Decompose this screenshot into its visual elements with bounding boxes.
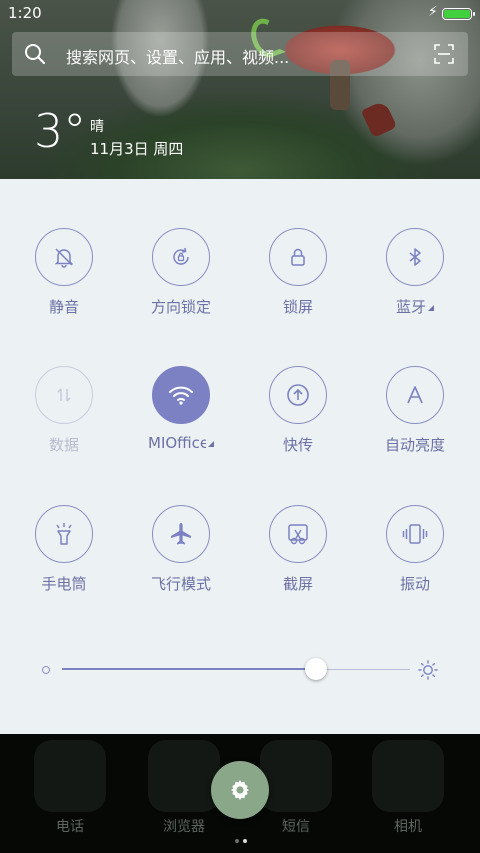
weather-temperature: 3°: [34, 104, 87, 158]
tile-airplane-mode-label: 飞行模式: [150, 575, 211, 593]
data-arrows-icon: [57, 388, 71, 402]
tile-wifi[interactable]: MIOffice: [126, 366, 236, 452]
search-icon: [25, 44, 46, 65]
tile-mobile-data[interactable]: 数据: [9, 366, 119, 455]
brightness-slider[interactable]: [40, 658, 440, 680]
tile-mute-button[interactable]: [35, 228, 93, 286]
brightness-low-icon: [42, 666, 50, 674]
tile-flashlight[interactable]: 手电筒: [9, 505, 119, 594]
lock-icon: [291, 248, 305, 266]
vibrate-icon: [402, 524, 428, 544]
gear-icon: [231, 780, 249, 800]
weather-date: 11月3日 周四: [90, 140, 184, 158]
wifi-icon: [169, 386, 193, 405]
tile-flashlight-label: 手电筒: [41, 575, 87, 593]
camera-app-icon[interactable]: [372, 740, 444, 812]
tile-vibrate[interactable]: 振动: [360, 505, 470, 594]
screenshot-icon: [288, 524, 308, 545]
more-options-icon: [428, 305, 434, 311]
bluetooth-icon: [409, 248, 421, 266]
dock-app-label: 相机: [394, 819, 422, 835]
dock-app-label: 短信: [282, 819, 310, 835]
brightness-thumb[interactable]: [305, 658, 328, 680]
status-bar: 1:20 ⚡: [0, 0, 480, 28]
bell-off-icon: [54, 248, 74, 268]
auto-brightness-icon: [407, 386, 423, 404]
tile-bluetooth[interactable]: 蓝牙: [360, 228, 470, 317]
dock-app-label: 浏览器: [163, 819, 205, 835]
scan-icon[interactable]: [434, 44, 454, 64]
search-bar[interactable]: 搜索网页、设置、应用、视频...: [12, 32, 468, 76]
page-indicator: [233, 828, 249, 847]
tile-mute[interactable]: 静音: [9, 228, 119, 317]
tile-airplane-mode[interactable]: 飞行模式: [126, 505, 236, 594]
dock-app-phone[interactable]: 电话: [30, 740, 110, 836]
settings-button[interactable]: [211, 761, 269, 819]
quick-share-icon: [287, 384, 309, 406]
charging-bolt-icon: ⚡: [428, 4, 438, 20]
tile-bluetooth-button[interactable]: [386, 228, 444, 286]
tile-bluetooth-label-row: 蓝牙: [360, 296, 470, 317]
tile-lock-screen-button[interactable]: [269, 228, 327, 286]
brightness-fill: [62, 668, 317, 670]
tile-flashlight-button[interactable]: [35, 505, 93, 563]
search-placeholder: 搜索网页、设置、应用、视频...: [66, 48, 290, 67]
tile-screenshot-button[interactable]: [269, 505, 327, 563]
browser-app-icon[interactable]: [148, 740, 220, 812]
tile-mobile-data-label: 数据: [48, 436, 79, 454]
tile-lock-screen[interactable]: 锁屏: [243, 228, 353, 317]
wallpaper: [0, 0, 480, 190]
tile-vibrate-label: 振动: [399, 575, 430, 593]
tile-quick-share-button[interactable]: [269, 366, 327, 424]
tile-wifi-button[interactable]: [152, 366, 210, 424]
tile-rotation-lock[interactable]: 方向锁定: [126, 228, 236, 317]
tile-screenshot-label: 截屏: [282, 575, 313, 593]
tile-quick-share-label: 快传: [282, 436, 313, 454]
status-time: 1:20: [8, 4, 42, 22]
tile-wifi-label-row: MIOffice: [126, 434, 236, 452]
more-options-icon: [208, 441, 214, 447]
tile-auto-brightness-label: 自动亮度: [384, 436, 445, 454]
dock-app-camera[interactable]: 相机: [368, 740, 448, 836]
tile-bluetooth-label: 蓝牙: [395, 298, 426, 316]
tile-rotation-lock-label: 方向锁定: [150, 298, 211, 316]
brightness-high-icon: [418, 660, 438, 680]
tile-quick-share[interactable]: 快传: [243, 366, 353, 455]
tile-rotation-lock-button[interactable]: [152, 228, 210, 286]
phone-app-icon[interactable]: [34, 740, 106, 812]
messages-app-icon[interactable]: [260, 740, 332, 812]
battery-icon: [442, 8, 475, 20]
tile-wifi-label: MIOffice: [148, 434, 206, 452]
flashlight-icon: [56, 523, 72, 545]
page-dot-active: [243, 839, 247, 843]
tile-lock-screen-label: 锁屏: [282, 298, 313, 316]
tile-screenshot[interactable]: 截屏: [243, 505, 353, 594]
rotation-lock-icon: [173, 247, 189, 265]
page-dot: [235, 839, 239, 843]
dock-app-label: 电话: [56, 819, 84, 835]
tile-vibrate-button[interactable]: [386, 505, 444, 563]
tile-mobile-data-button[interactable]: [35, 366, 93, 424]
tile-auto-brightness-button[interactable]: [386, 366, 444, 424]
airplane-icon: [171, 523, 191, 545]
weather-condition: 晴: [90, 119, 104, 135]
tile-mute-label: 静音: [48, 298, 79, 316]
tile-airplane-mode-button[interactable]: [152, 505, 210, 563]
tile-auto-brightness[interactable]: 自动亮度: [360, 366, 470, 455]
